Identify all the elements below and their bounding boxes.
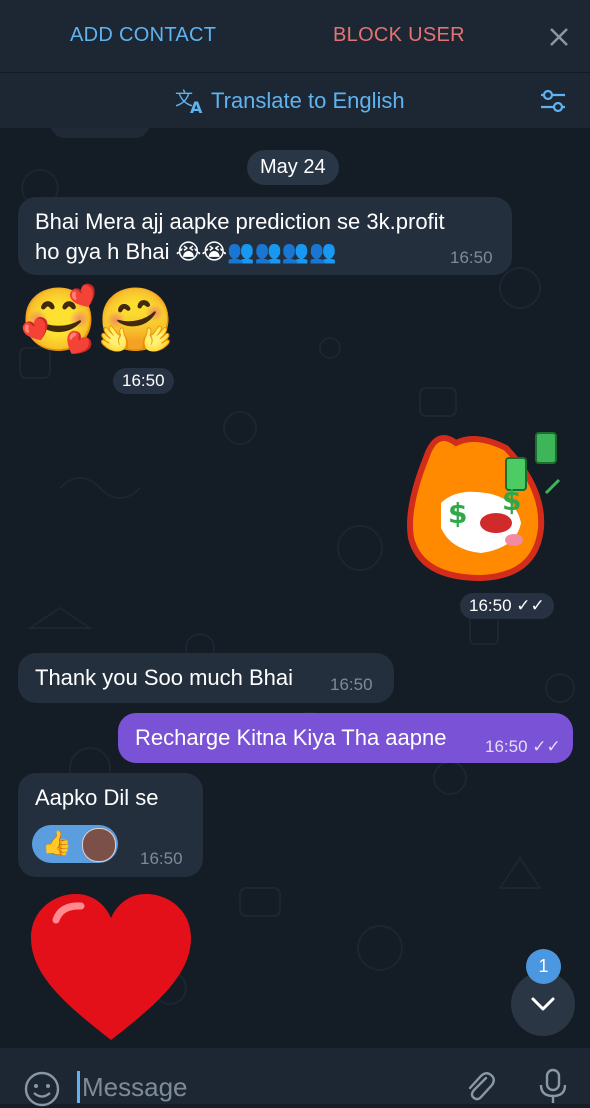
previous-message-bubble — [50, 128, 150, 138]
svg-text:$: $ — [448, 497, 467, 530]
message-time: 16:50 — [140, 849, 183, 868]
incoming-message-bubble[interactable]: Thank you Soo much Bhai 16:50 — [18, 653, 394, 703]
chat-area[interactable]: May 24 Bhai Mera ajj aapke prediction se… — [0, 128, 590, 1048]
message-time: 16:50 — [113, 368, 174, 394]
message-composer — [0, 1048, 590, 1107]
emoji-icon[interactable] — [23, 1070, 61, 1108]
svg-text:A: A — [190, 98, 203, 114]
emoji-message[interactable]: 🥰🤗 — [20, 286, 174, 356]
incoming-message-bubble[interactable]: Bhai Mera ajj aapke prediction se 3k.pro… — [18, 197, 512, 275]
message-time-read: 16:50 ✓✓ — [485, 737, 561, 756]
message-time: 16:50 — [330, 675, 373, 694]
heart-sticker[interactable] — [26, 890, 196, 1048]
microphone-icon[interactable] — [536, 1068, 570, 1104]
message-input[interactable] — [80, 1068, 444, 1106]
block-user-button[interactable]: BLOCK USER — [333, 24, 465, 47]
thumbs-up-reaction: 👍 — [42, 830, 72, 857]
outgoing-message-bubble[interactable]: Recharge Kitna Kiya Tha aapne 16:50 ✓✓ — [118, 713, 573, 763]
unread-count-badge: 1 — [526, 949, 561, 984]
close-icon[interactable] — [546, 24, 572, 50]
message-text: Thank you Soo much Bhai — [35, 665, 294, 690]
paperclip-icon[interactable] — [462, 1068, 498, 1104]
translate-label[interactable]: Translate to English — [211, 88, 405, 114]
reaction-chip[interactable]: 👍 — [32, 825, 118, 863]
svg-text:$: $ — [502, 484, 521, 517]
message-text-line: ho gya h Bhai 😭😭👥👥👥👥 — [35, 239, 337, 264]
message-time: 16:50 — [450, 248, 493, 267]
translate-icon: 文 A — [175, 89, 203, 114]
add-contact-button[interactable]: ADD CONTACT — [70, 24, 216, 47]
contact-action-bar: ADD CONTACT BLOCK USER — [0, 0, 590, 73]
avatar — [82, 828, 116, 862]
message-text-line: Bhai Mera ajj aapke prediction se 3k.pro… — [35, 209, 445, 234]
message-text: Recharge Kitna Kiya Tha aapne — [135, 725, 447, 750]
message-time-read: 16:50 ✓✓ — [460, 593, 554, 619]
filter-icon[interactable] — [538, 87, 568, 115]
date-chip: May 24 — [247, 150, 339, 185]
translate-bar[interactable]: 文 A Translate to English — [0, 73, 590, 128]
money-bag-sticker[interactable]: $ $ — [396, 428, 566, 588]
message-text: Aapko Dil se — [35, 785, 159, 810]
